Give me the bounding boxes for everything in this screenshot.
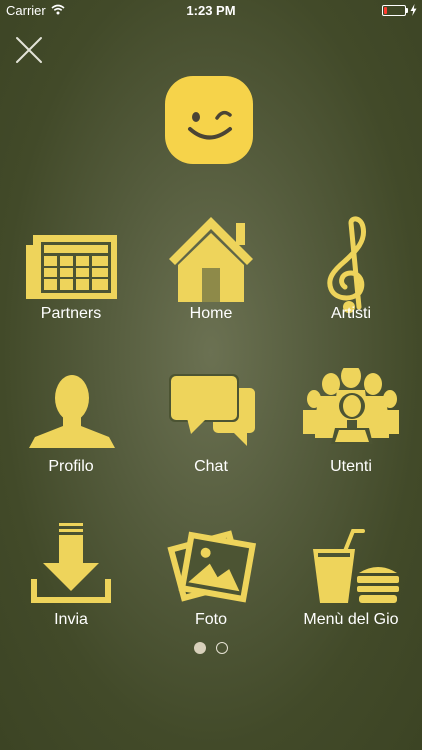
house-icon [169,217,253,302]
page-dot-active[interactable] [194,642,206,654]
menu-item-label: Chat [194,458,228,475]
person-icon [29,375,115,448]
menu-item-invia[interactable]: Invia [1,521,141,641]
menu-item-menu-del-giorno[interactable]: Menù del Gio [281,521,421,641]
wink-face-icon [188,110,232,140]
menu-item-label: Profilo [48,458,94,475]
menu-item-artisti[interactable]: Artisti [281,215,421,335]
menu-item-label: Utenti [330,458,372,475]
menu-item-chat[interactable]: Chat [141,368,281,488]
status-bar: Carrier 1:23 PM [0,0,422,22]
page-dot[interactable] [216,642,228,654]
winking-smiley-logo [165,76,253,164]
photos-icon [167,530,257,603]
battery-icon [382,5,406,16]
download-tray-icon [31,523,111,603]
menu-item-label: Home [189,305,233,322]
menu-item-label: Foto [194,611,227,628]
newspaper-icon [26,235,117,299]
menu-item-label: Menù del Gio [303,611,399,628]
menu-item-foto[interactable]: Foto [141,521,281,641]
battery-tip [406,8,408,13]
chat-bubbles-icon [169,374,255,446]
drink-burger-icon [313,529,399,603]
menu-item-partners[interactable]: Partners [1,215,141,335]
menu-item-profilo[interactable]: Profilo [1,368,141,488]
users-group-icon [303,368,399,444]
charging-bolt-icon [410,4,417,16]
clock: 1:23 PM [186,3,236,18]
treble-clef-icon [327,216,367,313]
menu-item-label: Artisti [331,305,371,322]
menu-item-label: Partners [40,305,102,322]
close-icon[interactable] [14,35,44,65]
menu-item-home[interactable]: Home [141,215,281,335]
menu-item-label: Invia [54,611,88,628]
menu-item-utenti[interactable]: Utenti [281,368,421,488]
